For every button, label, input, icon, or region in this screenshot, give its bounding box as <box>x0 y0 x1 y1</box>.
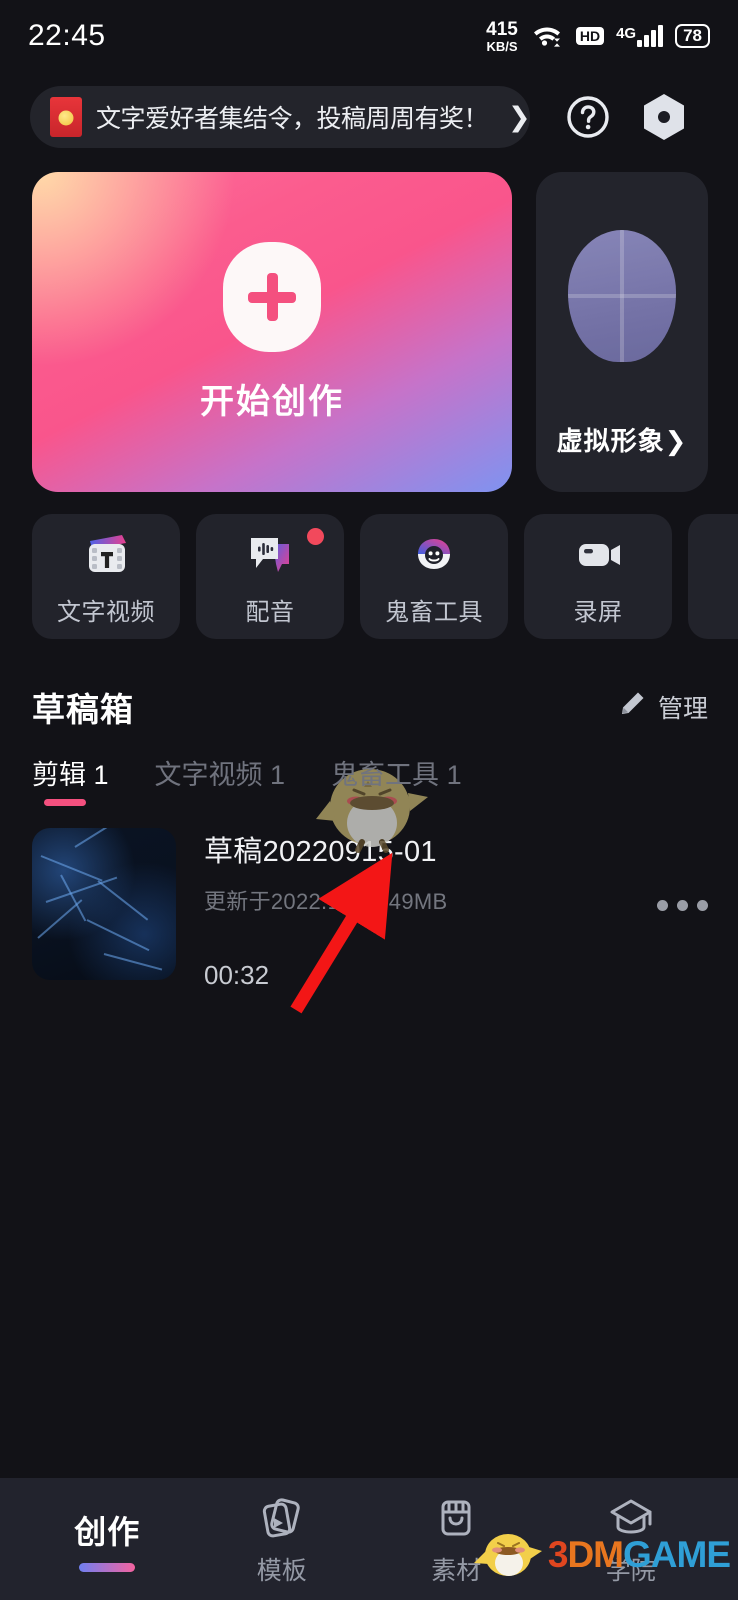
draft-duration: 00:32 <box>204 960 270 990</box>
start-creation-card[interactable]: 开始创作 <box>32 172 512 492</box>
draft-thumbnail <box>32 828 176 980</box>
page-title: 草稿箱 <box>32 691 134 728</box>
chevron-right-icon: ❯ <box>508 101 531 132</box>
active-tab-indicator <box>79 1562 136 1572</box>
tool-label: 录屏 <box>573 598 623 626</box>
start-creation-label: 开始创作 <box>200 382 344 421</box>
network-type-label: 4G <box>616 25 637 42</box>
watermark-part-3: GAME <box>623 1533 731 1575</box>
status-bar: 22:45 415 KB/S HD 4G 78 <box>0 0 738 72</box>
promo-banner-text: 文字爱好者集结令，投稿周周有奖！ <box>96 105 489 133</box>
tool-guichu[interactable]: 鬼畜工具 <box>360 514 508 639</box>
tool-text-video[interactable]: 文字视频 <box>32 514 180 639</box>
watermark-text: 3DMGAME <box>547 1533 731 1576</box>
network-speed-value: 415 <box>486 18 518 40</box>
draft-tab-bar[interactable]: 剪辑 1 文字视频 1 鬼畜工具 1 <box>0 731 738 806</box>
tab-label: 文字视频 1 <box>154 760 286 790</box>
tool-screen-record[interactable]: 录屏 <box>524 514 672 639</box>
top-bar: 文字爱好者集结令，投稿周周有奖！ ❯ <box>0 72 738 148</box>
watermark-part-2: DM <box>567 1533 624 1575</box>
manage-button[interactable]: 管理 <box>614 688 708 727</box>
network-speed-indicator: 415 KB/S <box>486 20 518 53</box>
watermark-part-1: 3 <box>547 1533 569 1575</box>
more-dots-icon[interactable] <box>657 828 708 911</box>
wifi-icon <box>530 21 564 52</box>
settings-hexagon-icon[interactable] <box>640 93 688 141</box>
battery-indicator: 78 <box>675 23 710 49</box>
tab-guichu-tool[interactable]: 鬼畜工具 1 <box>331 753 462 806</box>
top-icon-group <box>564 93 688 141</box>
avatar-face-icon <box>568 230 676 362</box>
hd-icon: HD <box>575 26 605 46</box>
draft-section-header: 草稿箱 管理 <box>0 639 738 731</box>
nav-label: 模板 <box>256 1557 307 1585</box>
app-screen: 22:45 415 KB/S HD 4G 78 文字爱好者集结令，投稿周周有奖！… <box>0 0 738 1600</box>
draft-name: 草稿20220915-01 <box>204 836 437 868</box>
tool-shortcut-row[interactable]: 文字视频 配音 鬼畜工具 录屏 <box>0 492 738 639</box>
nav-item-create[interactable]: 创作 <box>20 1507 195 1572</box>
tab-label: 剪辑 1 <box>32 760 109 790</box>
hero-section: 开始创作 虚拟形象❯ <box>0 148 738 492</box>
network-speed-unit: KB/S <box>486 38 518 54</box>
watermark: 3DMGAME <box>472 1523 731 1586</box>
tool-audio-record[interactable]: 录音 <box>688 514 738 639</box>
red-envelope-icon <box>50 97 82 137</box>
virtual-avatar-text: 虚拟形象 <box>556 426 665 456</box>
plus-icon <box>223 241 321 352</box>
status-indicators: 415 KB/S HD 4G 78 <box>486 20 710 53</box>
tab-clip[interactable]: 剪辑 1 <box>32 753 109 806</box>
guichu-tool-icon <box>405 527 463 581</box>
pencil-icon <box>614 688 648 727</box>
tab-label: 鬼畜工具 1 <box>331 760 462 790</box>
draft-subtitle: 更新于2022.11.29 49MB <box>204 889 448 914</box>
nav-item-template[interactable]: 模板 <box>195 1491 370 1587</box>
text-video-icon <box>77 527 135 581</box>
promo-banner[interactable]: 文字爱好者集结令，投稿周周有奖！ ❯ <box>30 86 531 148</box>
tool-label: 鬼畜工具 <box>385 598 483 626</box>
status-clock: 22:45 <box>28 19 106 52</box>
tab-text-video[interactable]: 文字视频 1 <box>155 753 286 806</box>
tool-label: 文字视频 <box>57 598 155 626</box>
cellular-signal-icon: 4G <box>616 25 664 47</box>
bottom-navigation[interactable]: 创作 模板 素材 学院 3DMGAME <box>0 1478 738 1600</box>
notification-badge <box>307 528 324 545</box>
watermark-bird-icon <box>472 1523 544 1586</box>
microphone-icon <box>733 527 738 581</box>
template-cards-icon <box>256 1491 308 1543</box>
help-icon[interactable] <box>564 93 612 141</box>
virtual-avatar-label: 虚拟形象❯ <box>557 421 688 458</box>
chevron-right-icon: ❯ <box>664 426 688 456</box>
tool-label: 配音 <box>245 598 295 626</box>
tool-dubbing[interactable]: 配音 <box>196 514 344 639</box>
nav-label: 创作 <box>74 1513 141 1550</box>
screen-record-icon <box>569 527 627 581</box>
dubbing-icon <box>241 527 299 581</box>
manage-label: 管理 <box>657 695 708 723</box>
virtual-avatar-card[interactable]: 虚拟形象❯ <box>536 172 708 492</box>
